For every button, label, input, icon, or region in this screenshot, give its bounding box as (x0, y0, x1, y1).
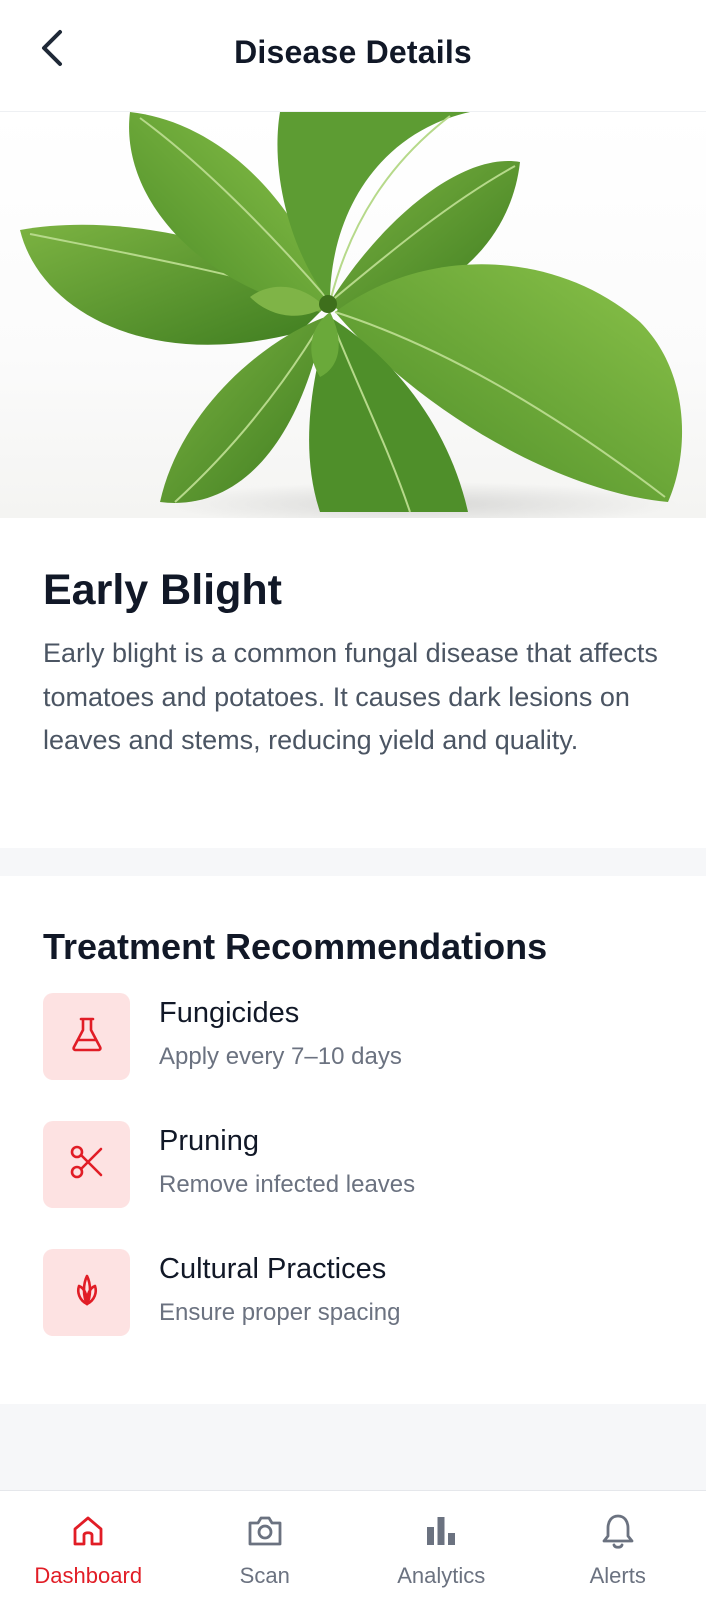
treatment-title: Treatment Recommendations (43, 926, 548, 967)
camera-icon (243, 1509, 287, 1553)
content-footer-spacer (0, 1404, 706, 1490)
treatment-section: Treatment Recommendations Fungicides App… (0, 876, 706, 1404)
sprout-icon (67, 1270, 107, 1315)
nav-label: Dashboard (34, 1563, 143, 1588)
bottom-navigation: Dashboard Scan Analytics Alerts (0, 1490, 706, 1600)
treatment-item-subtitle: Remove infected leaves (159, 1171, 416, 1198)
plant-leaves-image (20, 112, 683, 518)
nav-label: Analytics (397, 1563, 486, 1588)
treatment-item-fungicides[interactable]: Fungicides Apply every 7–10 days (43, 993, 663, 1081)
disease-details-screen: Disease Details Early Blight Early bligh… (0, 0, 706, 1600)
scissors-icon (67, 1142, 107, 1187)
disease-description: Early blight is a common fungal disease … (43, 638, 658, 755)
treatment-icon-box (43, 993, 130, 1080)
treatment-item-pruning[interactable]: Pruning Remove infected leaves (43, 1121, 663, 1209)
nav-item-scan[interactable]: Scan (177, 1491, 354, 1600)
treatment-item-title: Fungicides (159, 997, 300, 1029)
header: Disease Details (0, 0, 706, 112)
home-icon (66, 1509, 110, 1553)
disease-info-section: Early Blight Early blight is a common fu… (0, 518, 706, 848)
nav-item-dashboard[interactable]: Dashboard (0, 1491, 177, 1600)
section-divider (0, 848, 706, 876)
page-title: Disease Details (234, 34, 472, 70)
flask-icon (67, 1014, 107, 1059)
treatment-icon-box (43, 1249, 130, 1336)
treatment-item-cultural-practices[interactable]: Cultural Practices Ensure proper spacing (43, 1249, 663, 1337)
nav-item-alerts[interactable]: Alerts (530, 1491, 706, 1600)
bar-chart-icon (419, 1509, 463, 1553)
treatment-icon-box (43, 1121, 130, 1208)
treatment-item-title: Pruning (159, 1125, 259, 1157)
nav-label: Alerts (589, 1563, 646, 1588)
bell-icon (596, 1509, 640, 1553)
nav-label: Scan (239, 1563, 290, 1588)
nav-item-analytics[interactable]: Analytics (353, 1491, 530, 1600)
treatment-item-title: Cultural Practices (159, 1253, 387, 1285)
disease-hero-image (0, 112, 706, 518)
disease-name: Early Blight (43, 566, 282, 614)
treatment-item-subtitle: Apply every 7–10 days (159, 1043, 402, 1070)
treatment-item-subtitle: Ensure proper spacing (159, 1299, 401, 1326)
